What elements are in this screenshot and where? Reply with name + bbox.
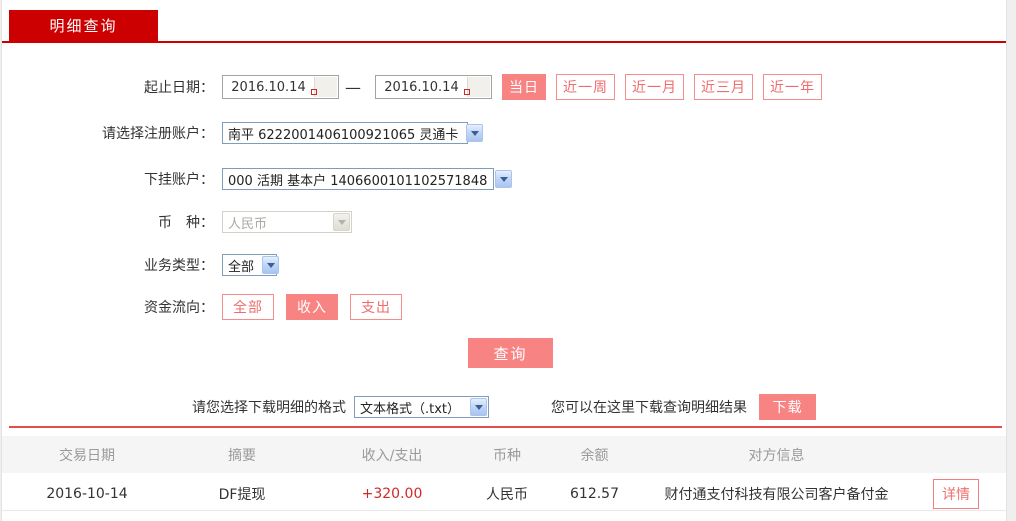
- header-summary: 摘要: [228, 447, 256, 464]
- query-button[interactable]: 查询: [468, 338, 553, 368]
- quick-range-month-button[interactable]: 近一月: [625, 74, 684, 100]
- cell-amount: +320.00: [361, 485, 423, 502]
- quick-range-week-button[interactable]: 近一周: [556, 74, 615, 100]
- sub-account-select[interactable]: 000 活期 基本户 1406600101102571848: [222, 168, 513, 190]
- business-type-label: 业务类型：: [144, 258, 214, 274]
- business-type-row: 业务类型： 全部: [2, 251, 280, 279]
- business-type-value: 全部: [228, 259, 255, 275]
- chevron-down-icon[interactable]: [262, 256, 280, 274]
- cell-trade-date: 2016-10-14: [46, 485, 128, 502]
- cell-balance: 612.57: [570, 485, 619, 502]
- register-account-row: 请选择注册账户： 南平 6222001406100921065 灵通卡: [2, 119, 484, 147]
- quick-range-today-button[interactable]: 当日: [502, 74, 546, 100]
- cell-counterparty: 财付通支付科技有限公司客户备付金: [664, 486, 889, 503]
- quick-range-quarter-button[interactable]: 近三月: [694, 74, 753, 100]
- sub-account-row: 下挂账户： 000 活期 基本户 1406600101102571848: [2, 165, 513, 193]
- start-date-value: 2016.10.14: [231, 79, 306, 95]
- page-panel: 明细查询 起止日期： 2016.10.14 — 2016.10.14 当日 近一…: [1, 0, 1007, 521]
- chevron-down-icon: [333, 213, 350, 231]
- end-date-input[interactable]: 2016.10.14: [375, 75, 492, 99]
- fund-flow-expense-button[interactable]: 支出: [350, 294, 402, 320]
- cell-currency: 人民币: [486, 486, 528, 503]
- currency-select: 人民币: [222, 211, 352, 233]
- chevron-down-icon[interactable]: [466, 124, 484, 142]
- header-currency: 币种: [493, 447, 521, 464]
- download-format-select[interactable]: 文本格式（.txt）: [354, 396, 489, 418]
- fund-flow-all-button[interactable]: 全部: [222, 294, 274, 320]
- quick-range-year-button[interactable]: 近一年: [763, 74, 822, 100]
- tab-detail-query[interactable]: 明细查询: [9, 10, 158, 41]
- business-type-select[interactable]: 全部: [222, 254, 280, 276]
- chevron-down-icon[interactable]: [495, 170, 513, 188]
- end-date-value: 2016.10.14: [384, 79, 459, 95]
- fund-flow-income-button[interactable]: 收入: [286, 294, 338, 320]
- fund-flow-label: 资金流向：: [144, 300, 214, 316]
- download-row: 请您选择下载明细的格式 文本格式（.txt） 您可以在这里下载查询明细结果 下载: [192, 394, 816, 420]
- detail-button[interactable]: 详情: [933, 478, 979, 509]
- sub-account-label: 下挂账户：: [144, 172, 214, 188]
- chevron-down-icon[interactable]: [470, 398, 487, 416]
- cell-action: 详情: [906, 478, 1006, 509]
- header-trade-date: 交易日期: [59, 447, 115, 464]
- table-header: 交易日期 摘要 收入/支出 币种 余额 对方信息: [2, 436, 1006, 473]
- table-row: 2016-10-14 DF提现 +320.00 人民币 612.57 财付通支付…: [2, 477, 1006, 511]
- fund-flow-row: 资金流向： 全部 收入 支出: [2, 293, 402, 321]
- calendar-icon[interactable]: [311, 77, 337, 97]
- download-format-value: 文本格式（.txt）: [360, 401, 461, 417]
- date-range-dash: —: [345, 77, 361, 97]
- download-format-label: 请您选择下载明细的格式: [192, 400, 346, 416]
- header-counterparty: 对方信息: [748, 447, 805, 464]
- date-range-label: 起止日期：: [144, 80, 214, 96]
- download-hint: 您可以在这里下载查询明细结果: [551, 400, 747, 416]
- register-account-label: 请选择注册账户：: [102, 126, 214, 142]
- currency-label: 币 种：: [158, 215, 214, 231]
- header-income-expense: 收入/支出: [361, 447, 423, 464]
- currency-value: 人民币: [228, 216, 268, 232]
- download-button[interactable]: 下载: [759, 394, 816, 420]
- sub-account-value: 000 活期 基本户 1406600101102571848: [228, 173, 488, 189]
- date-range-row: 起止日期： 2016.10.14 — 2016.10.14 当日 近一周 近一月…: [2, 73, 822, 101]
- calendar-icon[interactable]: [464, 77, 490, 97]
- register-account-select[interactable]: 南平 6222001406100921065 灵通卡: [222, 122, 484, 144]
- tab-label: 明细查询: [49, 17, 118, 35]
- cell-summary: DF提现: [218, 486, 266, 503]
- start-date-input[interactable]: 2016.10.14: [222, 75, 339, 99]
- table-separator: [9, 426, 1002, 428]
- currency-row: 币 种： 人民币: [2, 208, 352, 236]
- header-balance: 余额: [580, 447, 609, 464]
- register-account-value: 南平 6222001406100921065 灵通卡: [228, 127, 459, 143]
- tab-underline: [2, 41, 1006, 43]
